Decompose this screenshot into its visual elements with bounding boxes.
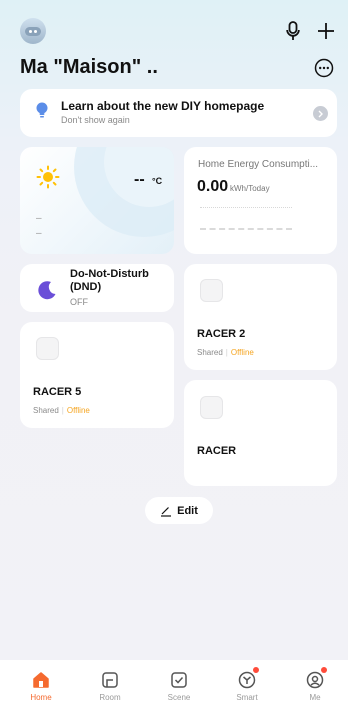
tab-smart[interactable]: Smart <box>212 660 282 703</box>
temperature-unit: °C <box>152 176 163 186</box>
microphone-button[interactable] <box>283 20 303 42</box>
device-icon <box>36 337 59 360</box>
me-icon <box>306 671 324 689</box>
lightbulb-icon <box>36 102 48 125</box>
home-icon <box>33 672 49 688</box>
device-icon <box>200 279 223 302</box>
avatar-robot-icon <box>25 26 41 36</box>
tab-scene[interactable]: Scene <box>144 660 214 703</box>
dnd-scene-card[interactable]: Do-Not-Disturb (DND) OFF <box>20 264 174 312</box>
moon-icon <box>38 281 56 300</box>
diy-homepage-banner[interactable]: Learn about the new DIY homepage Don't s… <box>20 89 337 137</box>
smart-notification-badge <box>253 667 259 673</box>
dnd-state: OFF <box>70 297 88 307</box>
edit-label: Edit <box>177 504 198 517</box>
sun-icon <box>36 165 60 189</box>
temperature-value: -- <box>134 171 145 188</box>
tab-home[interactable]: Home <box>6 660 76 703</box>
home-name-selector[interactable]: Ma "Maison" .. <box>20 56 158 79</box>
banner-title: Learn about the new DIY homepage <box>61 99 265 113</box>
more-button[interactable] <box>313 57 335 79</box>
room-icon <box>102 672 118 688</box>
energy-unit: kWh/Today <box>230 184 270 193</box>
weather-line-2: – <box>36 228 42 239</box>
energy-placeholder-dashes <box>200 228 292 230</box>
dnd-title: Do-Not-Disturb (DND) <box>70 268 149 293</box>
pencil-icon <box>161 506 172 517</box>
energy-placeholder-line <box>200 207 292 208</box>
device-status: Shared | Offline <box>33 406 90 415</box>
bottom-tab-bar: Home Room Scene Smart Me <box>0 660 348 703</box>
weather-line-1: – <box>36 213 42 224</box>
smart-icon <box>238 671 256 689</box>
scene-icon <box>171 672 187 688</box>
dont-show-again-link[interactable]: Don't show again <box>61 115 130 125</box>
tab-me[interactable]: Me <box>280 660 348 703</box>
avatar[interactable] <box>20 18 46 44</box>
device-icon <box>200 396 223 419</box>
me-notification-badge <box>321 667 327 673</box>
device-name: RACER <box>197 445 237 457</box>
device-name: RACER 5 <box>33 386 82 398</box>
add-button[interactable] <box>316 20 336 42</box>
weather-card[interactable]: -- °C – – <box>20 147 174 254</box>
energy-title: Home Energy Consumpti... <box>198 159 319 170</box>
tab-room[interactable]: Room <box>75 660 145 703</box>
device-card-racer-5[interactable]: RACER 5 Shared | Offline <box>20 322 174 428</box>
energy-value: 0.00 <box>197 178 229 195</box>
banner-arrow-button[interactable] <box>313 106 328 121</box>
device-status: Shared | Offline <box>197 348 254 357</box>
plus-icon <box>318 23 334 39</box>
chevron-right-icon <box>318 110 323 117</box>
device-card-racer[interactable]: RACER <box>184 380 337 486</box>
device-name: RACER 2 <box>197 328 246 340</box>
device-card-racer-2[interactable]: RACER 2 Shared | Offline <box>184 264 337 370</box>
more-icon <box>314 58 334 78</box>
microphone-icon <box>286 21 300 40</box>
edit-button[interactable]: Edit <box>145 497 213 524</box>
energy-consumption-card[interactable]: Home Energy Consumpti... 0.00 kWh/Today <box>184 147 337 254</box>
